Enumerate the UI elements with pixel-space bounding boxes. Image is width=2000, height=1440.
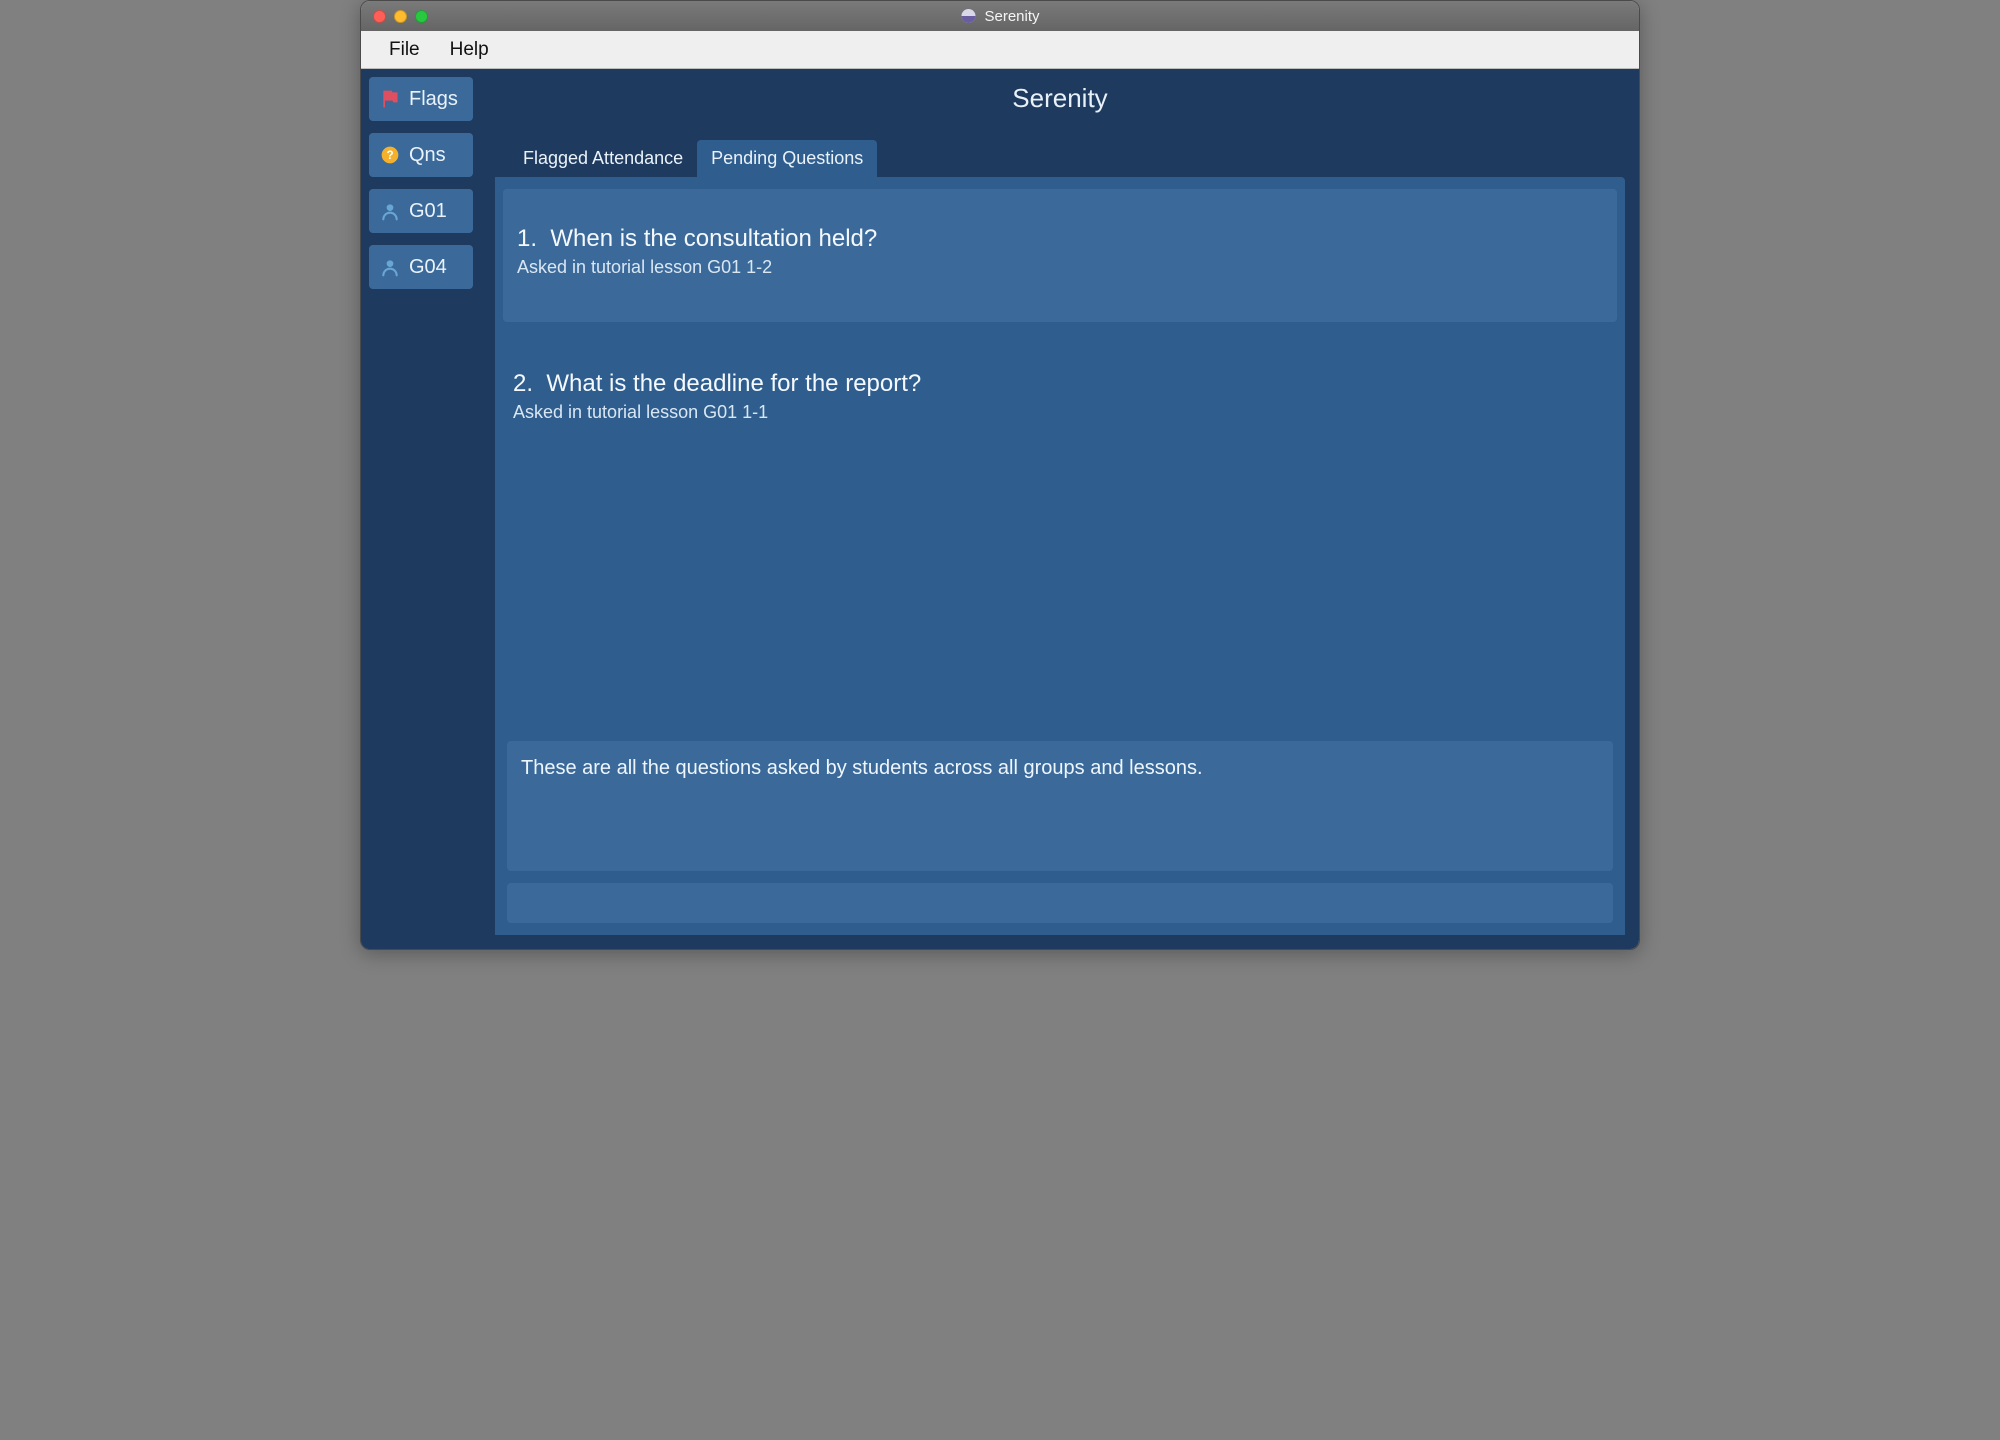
titlebar-title-group: Serenity bbox=[960, 8, 1039, 25]
person-icon bbox=[379, 200, 401, 222]
minimize-window-button[interactable] bbox=[394, 10, 407, 23]
page-title: Serenity bbox=[495, 69, 1625, 140]
command-input[interactable] bbox=[507, 883, 1613, 923]
menubar: File Help bbox=[361, 31, 1639, 69]
sidebar-item-label: G01 bbox=[409, 200, 447, 223]
sidebar-item-qns[interactable]: ? Qns bbox=[369, 133, 473, 177]
sidebar: Flags ? Qns G01 G04 bbox=[361, 69, 481, 949]
tab-pending-questions[interactable]: Pending Questions bbox=[697, 140, 877, 177]
sidebar-item-g01[interactable]: G01 bbox=[369, 189, 473, 233]
sidebar-item-g04[interactable]: G04 bbox=[369, 245, 473, 289]
question-number: 1. bbox=[517, 225, 537, 252]
svg-text:?: ? bbox=[386, 149, 393, 162]
app-window: Serenity File Help Flags ? Qns bbox=[360, 0, 1640, 950]
tab-row: Flagged Attendance Pending Questions bbox=[495, 140, 1625, 177]
person-icon bbox=[379, 256, 401, 278]
sidebar-item-label: Flags bbox=[409, 88, 458, 111]
titlebar-title: Serenity bbox=[984, 8, 1039, 25]
app-body: Flags ? Qns G01 G04 bbox=[361, 69, 1639, 949]
titlebar: Serenity bbox=[361, 1, 1639, 31]
description-box: These are all the questions asked by stu… bbox=[507, 741, 1613, 871]
question-title: 1. When is the consultation held? bbox=[517, 225, 1603, 253]
question-text: When is the consultation held? bbox=[550, 225, 877, 252]
question-card[interactable]: 2. What is the deadline for the report? … bbox=[507, 368, 1613, 425]
question-subtext: Asked in tutorial lesson G01 1-2 bbox=[517, 257, 1603, 278]
maximize-window-button[interactable] bbox=[415, 10, 428, 23]
content-panel: 1. When is the consultation held? Asked … bbox=[495, 177, 1625, 935]
question-title: 2. What is the deadline for the report? bbox=[513, 370, 1607, 398]
sidebar-item-flags[interactable]: Flags bbox=[369, 77, 473, 121]
question-text: What is the deadline for the report? bbox=[546, 370, 921, 397]
question-number: 2. bbox=[513, 370, 533, 397]
question-icon: ? bbox=[379, 144, 401, 166]
question-card[interactable]: 1. When is the consultation held? Asked … bbox=[503, 189, 1617, 322]
sidebar-item-label: Qns bbox=[409, 144, 446, 167]
tab-flagged-attendance[interactable]: Flagged Attendance bbox=[509, 140, 697, 177]
app-icon bbox=[960, 8, 976, 24]
menu-help[interactable]: Help bbox=[450, 39, 489, 61]
menu-file[interactable]: File bbox=[389, 39, 420, 61]
flag-icon bbox=[379, 88, 401, 110]
sidebar-item-label: G04 bbox=[409, 256, 447, 279]
window-controls bbox=[373, 10, 428, 23]
close-window-button[interactable] bbox=[373, 10, 386, 23]
main-area: Serenity Flagged Attendance Pending Ques… bbox=[481, 69, 1639, 949]
question-list: 1. When is the consultation held? Asked … bbox=[507, 193, 1613, 729]
question-subtext: Asked in tutorial lesson G01 1-1 bbox=[513, 402, 1607, 423]
